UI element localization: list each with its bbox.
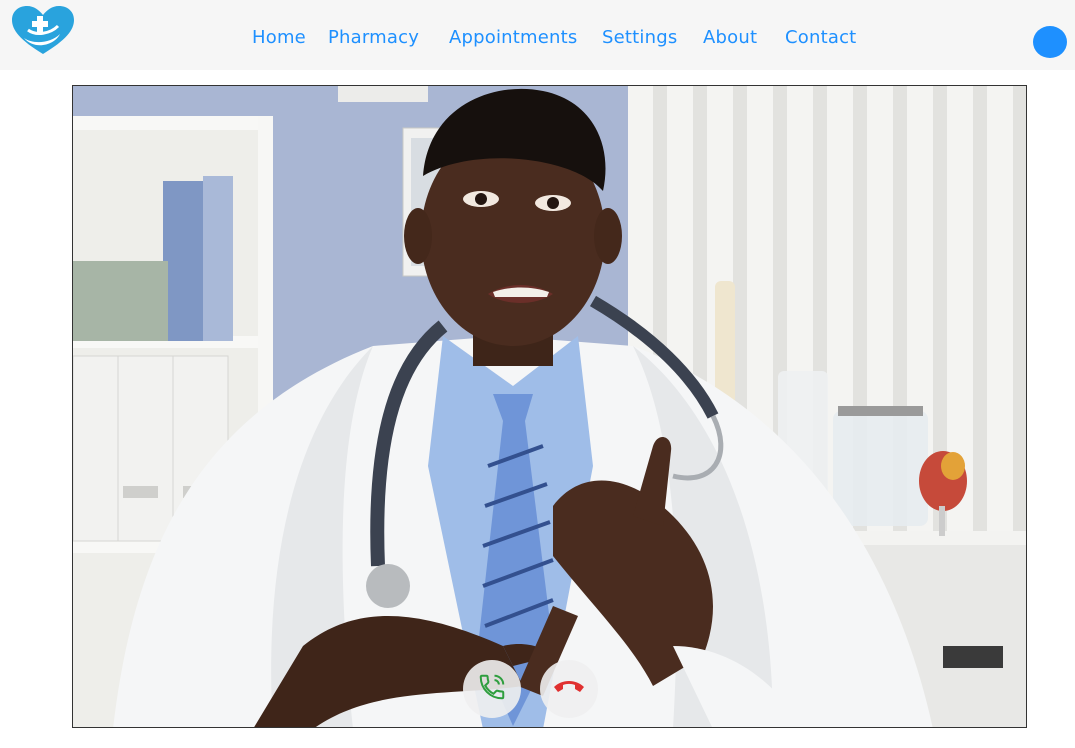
doctor-video-feed	[73, 86, 1026, 727]
accept-call-button[interactable]	[463, 660, 521, 718]
phone-hangup-icon	[552, 677, 586, 701]
decline-call-button[interactable]	[540, 660, 598, 718]
nav-home-link[interactable]: Home	[252, 27, 306, 48]
user-avatar[interactable]	[1033, 26, 1067, 58]
phone-icon	[477, 672, 507, 706]
nav-contact-link[interactable]: Contact	[785, 27, 856, 48]
nav-settings-link[interactable]: Settings	[602, 27, 677, 48]
nav-about-link[interactable]: About	[703, 27, 757, 48]
nav-pharmacy-link[interactable]: Pharmacy	[328, 27, 419, 48]
video-call-frame	[72, 85, 1027, 728]
main-nav: Home Pharmacy Appointments Settings Abou…	[0, 0, 1075, 70]
nav-appointments-link[interactable]: Appointments	[449, 27, 578, 48]
top-navbar: Home Pharmacy Appointments Settings Abou…	[0, 0, 1075, 70]
